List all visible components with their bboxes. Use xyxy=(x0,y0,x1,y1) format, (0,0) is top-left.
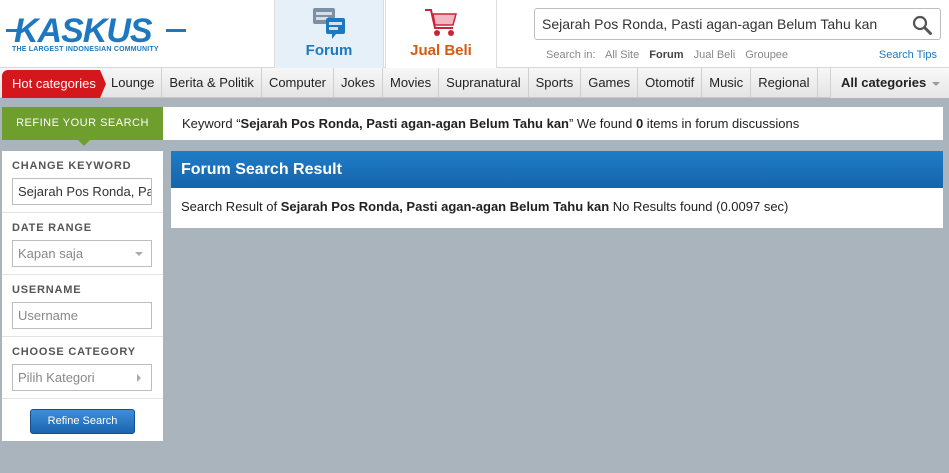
keyword-field[interactable]: Sejarah Pos Ronda, Pasti agan-agan Belum… xyxy=(12,178,152,205)
search-scope-jual-beli[interactable]: Jual Beli xyxy=(694,49,736,61)
category-list: Lounge Berita & Politik Computer Jokes M… xyxy=(104,68,818,98)
change-keyword-section: CHANGE KEYWORD Sejarah Pos Ronda, Pasti … xyxy=(2,151,163,213)
results-title: Forum Search Result xyxy=(171,151,943,188)
keyword-prefix: Keyword “ xyxy=(182,116,241,131)
category-supranatural[interactable]: Supranatural xyxy=(439,68,529,98)
category-bar: Hot categories Lounge Berita & Politik C… xyxy=(0,68,949,98)
results-suffix: No Results found (0.0097 sec) xyxy=(609,199,789,214)
category-jokes[interactable]: Jokes xyxy=(334,68,383,98)
forum-chat-icon xyxy=(313,8,345,39)
hot-categories-tab[interactable]: Hot categories xyxy=(2,70,106,98)
refine-search-button[interactable]: Refine Search xyxy=(30,409,135,434)
username-title: USERNAME xyxy=(12,284,82,296)
chevron-down-icon xyxy=(135,252,143,256)
search-scope-all-site[interactable]: All Site xyxy=(605,49,639,61)
logo-tagline: THE LARGEST INDONESIAN COMMUNITY xyxy=(12,46,159,53)
keyword-summary: Keyword “Sejarah Pos Ronda, Pasti agan-a… xyxy=(163,107,943,140)
all-categories-dropdown[interactable]: All categories xyxy=(830,68,949,98)
keyword-mid: ” We found xyxy=(568,116,636,131)
username-section: USERNAME Username xyxy=(2,275,163,337)
chevron-down-icon xyxy=(932,81,941,86)
logo-text: KASKUS xyxy=(14,12,153,50)
all-categories-label: All categories xyxy=(841,75,927,90)
date-range-select[interactable]: Kapan saja xyxy=(12,240,152,267)
change-keyword-title: CHANGE KEYWORD xyxy=(12,160,132,172)
search-scope-forum[interactable]: Forum xyxy=(649,49,683,61)
category-sports[interactable]: Sports xyxy=(529,68,582,98)
category-movies[interactable]: Movies xyxy=(383,68,440,98)
refine-sidebar: CHANGE KEYWORD Sejarah Pos Ronda, Pasti … xyxy=(2,151,163,441)
results-message: Search Result of Sejarah Pos Ronda, Past… xyxy=(181,199,788,214)
refine-your-search-tab: REFINE YOUR SEARCH xyxy=(2,107,163,146)
nav-label-forum: Forum xyxy=(305,42,353,59)
shopping-cart-icon xyxy=(425,9,457,36)
search-box xyxy=(534,8,941,40)
search-tips-link[interactable]: Search Tips xyxy=(879,49,937,61)
date-range-value: Kapan saja xyxy=(18,246,84,261)
keyword-term: Sejarah Pos Ronda, Pasti agan-agan Belum… xyxy=(240,116,569,131)
search-icon[interactable] xyxy=(911,14,933,36)
category-berita-politik[interactable]: Berita & Politik xyxy=(162,68,262,98)
category-games[interactable]: Games xyxy=(581,68,639,98)
nav-tab-forum[interactable]: Forum xyxy=(274,0,384,68)
category-section: CHOOSE CATEGORY Pilih Kategori xyxy=(2,337,163,399)
category-value: Pilih Kategori xyxy=(18,370,95,385)
chevron-right-icon xyxy=(137,374,141,382)
nav-tab-jual-beli[interactable]: Jual Beli xyxy=(385,0,497,68)
category-regional[interactable]: Regional xyxy=(751,68,818,98)
search-input[interactable] xyxy=(542,9,902,39)
search-scope: Search in: All Site Forum Jual Beli Grou… xyxy=(546,49,795,61)
search-in-label: Search in: xyxy=(546,49,596,61)
kaskus-logo[interactable]: KASKUS THE LARGEST INDONESIAN COMMUNITY xyxy=(6,12,186,58)
keyword-suffix: items in forum discussions xyxy=(643,116,800,131)
results-prefix: Search Result of xyxy=(181,199,281,214)
search-scope-groupee[interactable]: Groupee xyxy=(745,49,788,61)
date-range-section: DATE RANGE Kapan saja xyxy=(2,213,163,275)
category-select[interactable]: Pilih Kategori xyxy=(12,364,152,391)
username-field[interactable]: Username xyxy=(12,302,152,329)
category-lounge[interactable]: Lounge xyxy=(104,68,163,98)
forum-search-result-panel: Forum Search Result Search Result of Sej… xyxy=(171,151,943,228)
date-range-title: DATE RANGE xyxy=(12,222,92,234)
category-computer[interactable]: Computer xyxy=(262,68,335,98)
results-keyword: Sejarah Pos Ronda, Pasti agan-agan Belum… xyxy=(280,199,610,214)
category-otomotif[interactable]: Otomotif xyxy=(638,68,703,98)
choose-category-title: CHOOSE CATEGORY xyxy=(12,346,136,358)
nav-label-jual-beli: Jual Beli xyxy=(410,42,472,59)
category-music[interactable]: Music xyxy=(702,68,752,98)
logo-dash-right xyxy=(166,29,186,32)
site-header: KASKUS THE LARGEST INDONESIAN COMMUNITY … xyxy=(0,0,949,68)
